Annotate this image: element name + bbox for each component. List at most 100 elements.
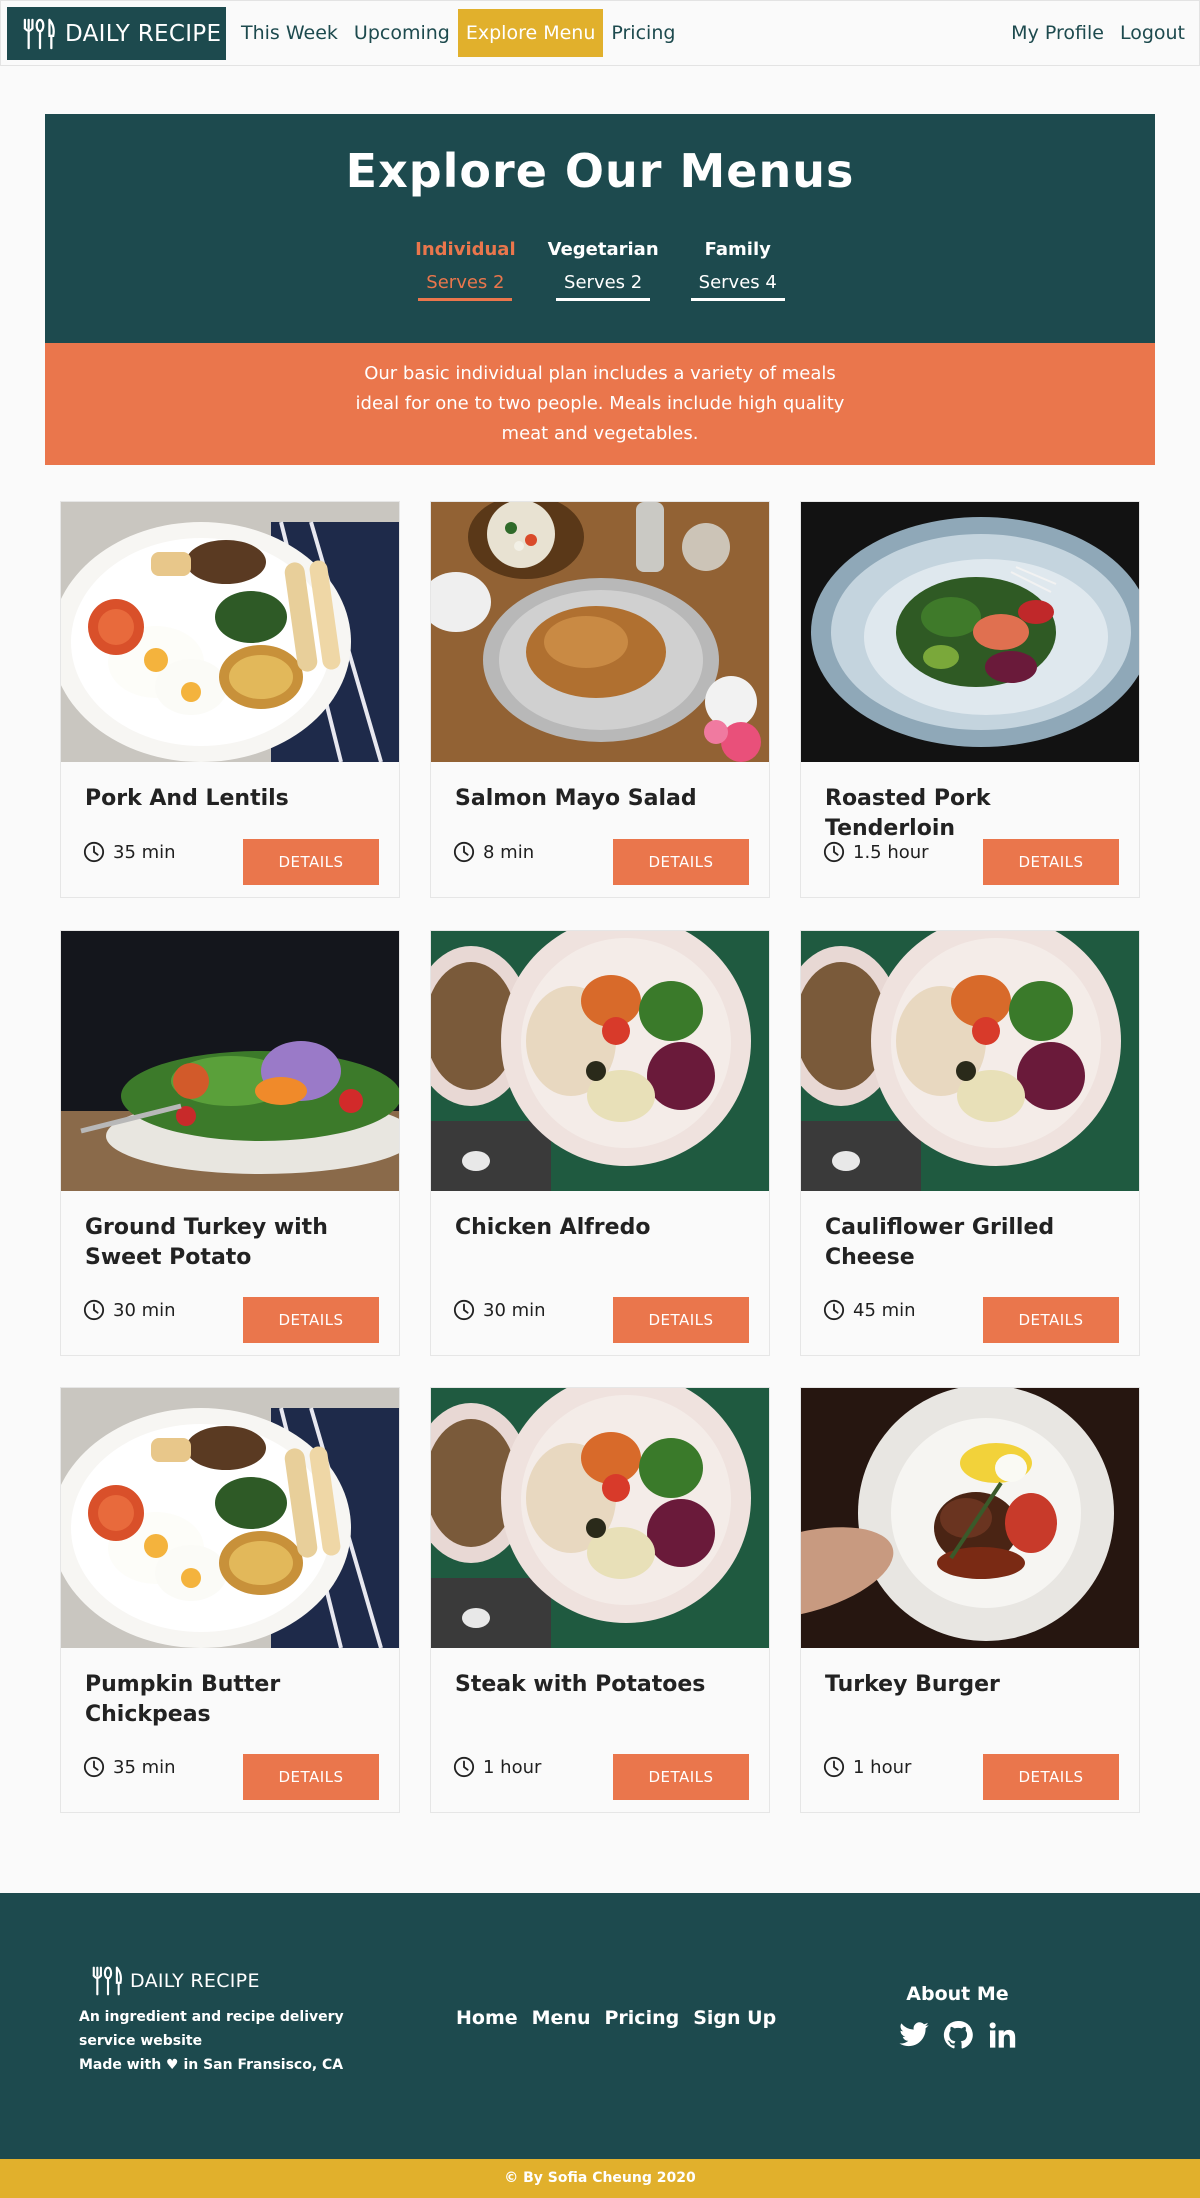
menu-item-title: Chicken Alfredo bbox=[455, 1215, 651, 1240]
plan-description-text: Our basic individual plan includes a var… bbox=[355, 363, 845, 444]
social-links bbox=[897, 2019, 1019, 2051]
utensils-logo-icon bbox=[90, 1965, 126, 1997]
tab-label: Vegetarian bbox=[547, 239, 659, 260]
brand-name: DAILY RECIPE bbox=[65, 20, 222, 47]
prep-time-value: 35 min bbox=[113, 841, 176, 863]
prep-time: 45 min bbox=[823, 1299, 916, 1321]
nav-link-this-week[interactable]: This Week bbox=[233, 9, 346, 57]
prep-time: 35 min bbox=[83, 841, 176, 863]
tab-family[interactable]: Family Serves 4 bbox=[690, 239, 785, 301]
menu-item-title: Roasted Pork Tenderloin bbox=[825, 786, 991, 841]
clock-icon bbox=[453, 1756, 475, 1778]
food-photo bbox=[801, 502, 1139, 762]
food-photo bbox=[61, 931, 399, 1191]
menu-card: Turkey Burger 1 hour DETAILS bbox=[800, 1387, 1140, 1813]
navbar: DAILY RECIPE This Week Upcoming Explore … bbox=[0, 0, 1200, 66]
footer-brand[interactable]: DAILY RECIPE bbox=[90, 1965, 260, 1997]
menu-item-title: Turkey Burger bbox=[825, 1672, 1000, 1697]
nav-link-logout[interactable]: Logout bbox=[1112, 9, 1193, 57]
food-photo bbox=[61, 1388, 399, 1648]
prep-time-value: 30 min bbox=[483, 1299, 546, 1321]
nav-link-explore-menu[interactable]: Explore Menu bbox=[457, 9, 604, 57]
menu-item-title: Pumpkin Butter Chickpeas bbox=[85, 1672, 281, 1727]
clock-icon bbox=[453, 841, 475, 863]
brand-logo[interactable]: DAILY RECIPE bbox=[7, 7, 226, 60]
copyright-bar: © By Sofia Cheung 2020 bbox=[0, 2159, 1200, 2198]
food-photo bbox=[801, 931, 1139, 1191]
clock-icon bbox=[823, 1299, 845, 1321]
nav-account-links: My Profile Logout bbox=[1003, 9, 1193, 57]
details-button[interactable]: DETAILS bbox=[983, 1754, 1119, 1800]
prep-time: 30 min bbox=[83, 1299, 176, 1321]
nav-link-my-profile[interactable]: My Profile bbox=[1003, 9, 1112, 57]
tab-vegetarian[interactable]: Vegetarian Serves 2 bbox=[548, 240, 659, 301]
menu-card: Chicken Alfredo 30 min DETAILS bbox=[430, 930, 770, 1356]
details-button[interactable]: DETAILS bbox=[243, 1754, 379, 1800]
footer-tagline-block: An ingredient and recipe delivery servic… bbox=[79, 2005, 389, 2077]
prep-time-value: 30 min bbox=[113, 1299, 176, 1321]
plan-description: Our basic individual plan includes a var… bbox=[45, 343, 1155, 465]
clock-icon bbox=[453, 1299, 475, 1321]
twitter-icon[interactable] bbox=[897, 2019, 931, 2051]
tab-serves: Serves 4 bbox=[690, 274, 785, 301]
tab-label: Individual bbox=[415, 239, 516, 260]
clock-icon bbox=[823, 1756, 845, 1778]
plan-tabs: Individual Serves 2 Vegetarian Serves 2 … bbox=[45, 240, 1155, 301]
menu-item-title: Cauliflower Grilled Cheese bbox=[825, 1215, 1055, 1270]
footer-made-with: Made with ♥ in San Fransisco, CA bbox=[79, 2057, 344, 2073]
menu-card: Pumpkin Butter Chickpeas 35 min DETAILS bbox=[60, 1387, 400, 1813]
tab-serves: Serves 2 bbox=[556, 274, 651, 301]
menu-card: Pork And Lentils 35 min DETAILS bbox=[60, 501, 400, 898]
footer-tagline: An ingredient and recipe delivery servic… bbox=[79, 2009, 344, 2049]
menu-card: Steak with Potatoes 1 hour DETAILS bbox=[430, 1387, 770, 1813]
prep-time: 1.5 hour bbox=[823, 841, 929, 863]
food-photo bbox=[61, 502, 399, 762]
tab-individual[interactable]: Individual Serves 2 bbox=[415, 240, 516, 301]
prep-time-value: 1 hour bbox=[853, 1756, 912, 1778]
footer-link-sign-up[interactable]: Sign Up bbox=[693, 2007, 776, 2029]
prep-time: 35 min bbox=[83, 1756, 176, 1778]
food-photo bbox=[431, 931, 769, 1191]
footer-brand-name: DAILY RECIPE bbox=[130, 1970, 260, 1992]
prep-time: 30 min bbox=[453, 1299, 546, 1321]
page-title: Explore Our Menus bbox=[345, 144, 855, 198]
nav-link-pricing[interactable]: Pricing bbox=[603, 9, 683, 57]
footer-link-menu[interactable]: Menu bbox=[532, 2007, 591, 2029]
menu-item-title: Steak with Potatoes bbox=[455, 1672, 706, 1697]
clock-icon bbox=[823, 841, 845, 863]
menu-card: Ground Turkey with Sweet Potato 30 min D… bbox=[60, 930, 400, 1356]
details-button[interactable]: DETAILS bbox=[983, 839, 1119, 885]
nav-links: This Week Upcoming Explore Menu Pricing bbox=[233, 9, 683, 57]
prep-time-value: 35 min bbox=[113, 1756, 176, 1778]
linkedin-icon[interactable] bbox=[985, 2019, 1019, 2051]
prep-time: 1 hour bbox=[453, 1756, 541, 1778]
menu-item-title: Ground Turkey with Sweet Potato bbox=[85, 1215, 328, 1270]
clock-icon bbox=[83, 1756, 105, 1778]
details-button[interactable]: DETAILS bbox=[243, 839, 379, 885]
menu-item-title: Salmon Mayo Salad bbox=[455, 786, 697, 811]
footer-links: Home Menu Pricing Sign Up bbox=[456, 2007, 776, 2029]
tab-label: Family bbox=[704, 239, 771, 260]
menu-card: Salmon Mayo Salad 8 min DETAILS bbox=[430, 501, 770, 898]
clock-icon bbox=[83, 1299, 105, 1321]
details-button[interactable]: DETAILS bbox=[613, 1297, 749, 1343]
food-photo bbox=[431, 1388, 769, 1648]
prep-time-value: 45 min bbox=[853, 1299, 916, 1321]
menu-card: Cauliflower Grilled Cheese 45 min DETAIL… bbox=[800, 930, 1140, 1356]
details-button[interactable]: DETAILS bbox=[983, 1297, 1119, 1343]
prep-time: 1 hour bbox=[823, 1756, 911, 1778]
food-photo bbox=[801, 1388, 1139, 1648]
footer-link-home[interactable]: Home bbox=[456, 2007, 518, 2029]
prep-time-value: 1.5 hour bbox=[853, 841, 929, 863]
details-button[interactable]: DETAILS bbox=[613, 1754, 749, 1800]
menu-hero: Explore Our Menus Individual Serves 2 Ve… bbox=[45, 114, 1155, 343]
about-me-heading: About Me bbox=[906, 1983, 1009, 2005]
nav-link-upcoming[interactable]: Upcoming bbox=[346, 9, 458, 57]
food-photo bbox=[431, 502, 769, 762]
utensils-logo-icon bbox=[21, 17, 59, 51]
details-button[interactable]: DETAILS bbox=[613, 839, 749, 885]
details-button[interactable]: DETAILS bbox=[243, 1297, 379, 1343]
github-icon[interactable] bbox=[941, 2019, 975, 2051]
footer-link-pricing[interactable]: Pricing bbox=[605, 2007, 680, 2029]
prep-time-value: 1 hour bbox=[483, 1756, 542, 1778]
